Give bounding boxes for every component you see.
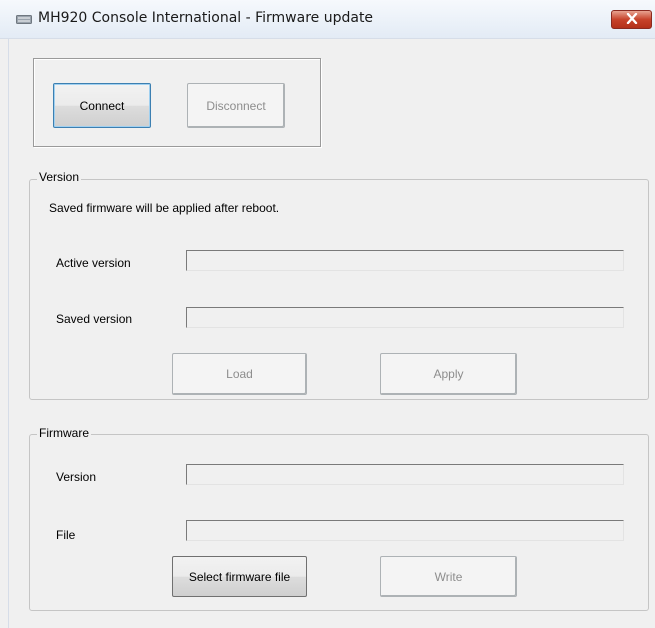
window-title: MH920 Console International - Firmware u…: [38, 10, 374, 26]
active-version-label: Active version: [56, 256, 131, 270]
file-label: File: [56, 528, 76, 542]
disconnect-button[interactable]: Disconnect: [187, 83, 285, 128]
write-button[interactable]: Write: [380, 556, 517, 597]
app-icon: [16, 13, 32, 24]
firmware-group-legend: Firmware: [37, 426, 91, 440]
file-field[interactable]: [186, 520, 624, 541]
load-button[interactable]: Load: [172, 353, 307, 395]
apply-button[interactable]: Apply: [380, 353, 517, 395]
active-version-field[interactable]: [186, 250, 624, 271]
close-icon: [626, 12, 638, 27]
close-button[interactable]: [611, 10, 652, 29]
firmware-version-label: Version: [56, 470, 97, 484]
reboot-note: Saved firmware will be applied after reb…: [49, 201, 280, 215]
firmware-version-field[interactable]: [186, 464, 624, 485]
version-group-legend: Version: [37, 170, 82, 184]
saved-version-field[interactable]: [186, 307, 624, 328]
client-area: Connect Disconnect Version Saved firmwar…: [8, 39, 655, 628]
title-bar[interactable]: MH920 Console International - Firmware u…: [0, 0, 655, 39]
saved-version-label: Saved version: [56, 312, 133, 326]
firmware-update-window: MH920 Console International - Firmware u…: [0, 0, 655, 628]
select-firmware-file-button[interactable]: Select firmware file: [172, 556, 307, 597]
connect-button[interactable]: Connect: [53, 83, 151, 128]
